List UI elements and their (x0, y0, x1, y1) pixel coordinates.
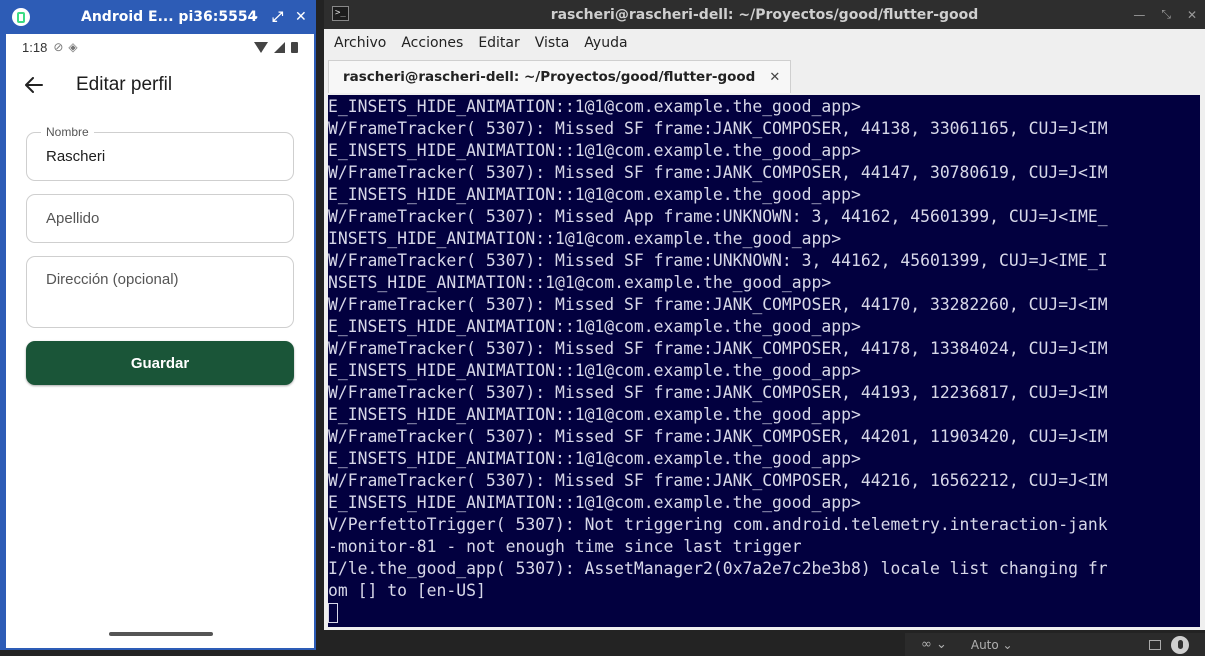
log-line: W/FrameTracker( 5307): Missed SF frame:J… (328, 295, 1108, 314)
diamond-icon: ◈ (68, 40, 78, 54)
page-title: Editar perfil (76, 74, 173, 95)
maximize-icon[interactable]: ⤢ (272, 9, 283, 25)
tray-mode-selector[interactable]: Auto ⌄ (971, 638, 1013, 652)
log-line: E_INSETS_HIDE_ANIMATION::1@1@com.example… (328, 361, 861, 380)
microphone-icon[interactable] (1171, 635, 1189, 654)
gesture-nav-handle[interactable] (109, 632, 213, 636)
terminal-app-icon: >_ (332, 6, 349, 21)
log-line: om [] to [en-US] (328, 581, 486, 600)
terminal-titlebar[interactable]: >_ rascheri@rascheri-dell: ~/Proyectos/g… (324, 0, 1205, 29)
menu-editar[interactable]: Editar (478, 35, 519, 51)
log-line: E_INSETS_HIDE_ANIMATION::1@1@com.example… (328, 449, 861, 468)
restore-icon[interactable]: ⤡ (1161, 7, 1171, 22)
minimize-icon[interactable]: – (249, 9, 260, 25)
tab-bar: rascheri@rascheri-dell: ~/Proyectos/good… (324, 57, 1205, 93)
tray-strip: ∞ ⌄ Auto ⌄ (905, 633, 1205, 656)
minimize-icon[interactable]: — (1133, 8, 1145, 22)
apellido-placeholder: Apellido (46, 210, 100, 227)
nombre-value: Rascheri (46, 148, 106, 165)
direccion-placeholder: Dirección (opcional) (46, 271, 179, 288)
log-line: W/FrameTracker( 5307): Missed App frame:… (328, 207, 1108, 226)
status-bar: 1:18 ⊘ ◈ (6, 34, 314, 60)
terminal-tab[interactable]: rascheri@rascheri-dell: ~/Proyectos/good… (328, 60, 792, 93)
direccion-field[interactable]: Dirección (opcional) (26, 256, 294, 328)
menu-archivo[interactable]: Archivo (334, 35, 386, 51)
menu-acciones[interactable]: Acciones (401, 35, 463, 51)
log-line: I/le.the_good_app( 5307): AssetManager2(… (328, 559, 1108, 578)
log-line: E_INSETS_HIDE_ANIMATION::1@1@com.example… (328, 405, 861, 424)
log-line: V/PerfettoTrigger( 5307): Not triggering… (328, 515, 1108, 534)
tab-close-icon[interactable]: ✕ (769, 70, 780, 85)
emulator-title: Android E... pi36:5554 (81, 9, 258, 25)
status-time: 1:18 (22, 39, 48, 55)
signal-icon (274, 41, 285, 53)
terminal-title: rascheri@rascheri-dell: ~/Proyectos/good… (550, 6, 979, 23)
log-line: E_INSETS_HIDE_ANIMATION::1@1@com.example… (328, 97, 861, 116)
menu-bar: Archivo Acciones Editar Vista Ayuda (324, 29, 1205, 57)
tab-label: rascheri@rascheri-dell: ~/Proyectos/good… (343, 69, 756, 85)
log-line: NSETS_HIDE_ANIMATION::1@1@com.example.th… (328, 273, 832, 292)
tray-mode-label: Auto (970, 637, 999, 652)
log-line: W/FrameTracker( 5307): Missed SF frame:J… (328, 339, 1108, 358)
log-line: W/FrameTracker( 5307): Missed SF frame:J… (328, 427, 1108, 446)
log-line: E_INSETS_HIDE_ANIMATION::1@1@com.example… (328, 317, 861, 336)
app-bar: Editar perfil (6, 60, 314, 110)
nombre-label: Nombre (41, 125, 94, 139)
blocked-icon: ⊘ (53, 40, 64, 54)
log-line: W/FrameTracker( 5307): Missed SF frame:J… (328, 163, 1108, 182)
terminal-output[interactable]: E_INSETS_HIDE_ANIMATION::1@1@com.example… (328, 95, 1200, 627)
back-arrow-icon[interactable] (22, 73, 46, 97)
profile-form: Nombre Rascheri Apellido Dirección (opci… (6, 125, 314, 385)
android-phone-icon (12, 8, 30, 26)
text-cursor (328, 603, 338, 623)
battery-icon (291, 41, 298, 53)
wifi-icon (254, 41, 268, 53)
image-icon[interactable] (1149, 639, 1161, 650)
apellido-field[interactable]: Apellido (26, 194, 294, 243)
log-line: -monitor-81 - not enough time since last… (328, 537, 802, 556)
emulator-window: Android E... pi36:5554 – ⤢ ✕ 1:18 ⊘ ◈ Ed (0, 0, 316, 650)
save-button[interactable]: Guardar (26, 341, 294, 385)
terminal-window: >_ rascheri@rascheri-dell: ~/Proyectos/g… (324, 0, 1205, 630)
infinity-icon[interactable]: ∞ ⌄ (921, 637, 947, 652)
close-icon[interactable]: ✕ (1187, 8, 1197, 22)
log-line: E_INSETS_HIDE_ANIMATION::1@1@com.example… (328, 141, 861, 160)
log-line: E_INSETS_HIDE_ANIMATION::1@1@com.example… (328, 185, 861, 204)
log-line: W/FrameTracker( 5307): Missed SF frame:J… (328, 471, 1108, 490)
prompt-line (328, 602, 1200, 624)
menu-ayuda[interactable]: Ayuda (584, 35, 627, 51)
log-line: E_INSETS_HIDE_ANIMATION::1@1@com.example… (328, 493, 861, 512)
menu-vista[interactable]: Vista (535, 35, 570, 51)
emulator-titlebar[interactable]: Android E... pi36:5554 – ⤢ ✕ (2, 2, 314, 32)
close-icon[interactable]: ✕ (295, 9, 307, 25)
log-line: W/FrameTracker( 5307): Missed SF frame:U… (328, 251, 1108, 270)
log-line: INSETS_HIDE_ANIMATION::1@1@com.example.t… (328, 229, 842, 248)
log-line: W/FrameTracker( 5307): Missed SF frame:J… (328, 383, 1108, 402)
log-line: W/FrameTracker( 5307): Missed SF frame:J… (328, 119, 1108, 138)
nombre-field[interactable]: Nombre Rascheri (26, 125, 294, 181)
phone-screen: 1:18 ⊘ ◈ Editar perfil Nombre Rascheri A… (6, 34, 314, 648)
